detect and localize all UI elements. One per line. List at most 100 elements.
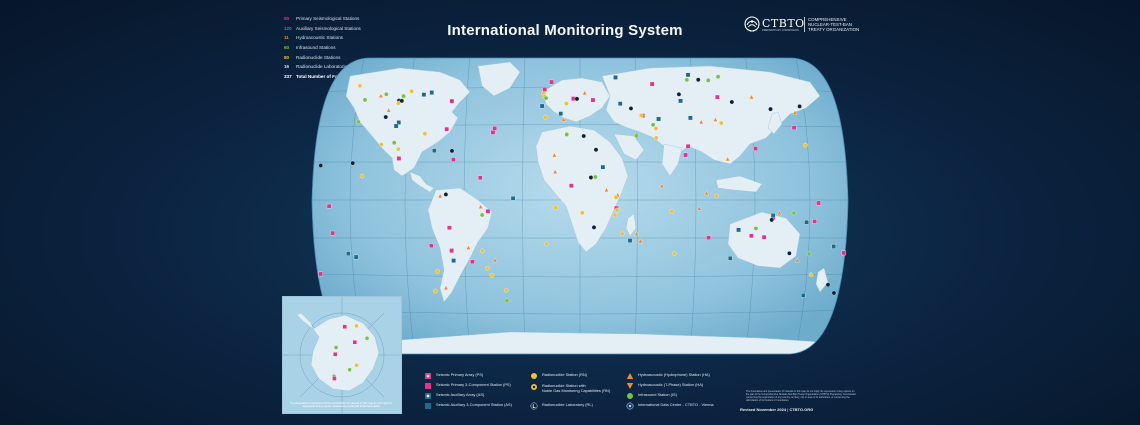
rl-lab-marker	[787, 251, 792, 256]
rl-lab-marker	[768, 106, 773, 112]
logo-divider	[804, 17, 805, 32]
count-row: 60 Infrasound Stations	[284, 43, 434, 53]
ps-station-marker	[490, 130, 496, 135]
legend-item: Infrasound Station (IS)	[626, 392, 677, 401]
rn-station-marker	[354, 323, 359, 328]
ps-station-marker	[715, 94, 720, 100]
logo-organization: COMPREHENSIVE NUCLEAR-TEST-BAN TREATY OR…	[808, 17, 859, 33]
rn-station-marker	[672, 251, 677, 256]
rn-station-marker	[553, 205, 558, 210]
as-station-marker	[736, 227, 741, 233]
rl-lab-marker	[797, 104, 802, 109]
ps-station-marker	[485, 209, 491, 214]
as-station-marker	[421, 92, 427, 97]
ps-station-marker	[492, 126, 497, 131]
rn-station-marker	[669, 208, 675, 214]
ps-station-marker	[318, 271, 323, 277]
antarctica-inset	[282, 296, 402, 414]
website-link[interactable]: CTBTO.ORG	[789, 407, 813, 412]
teal-square-icon	[425, 402, 431, 409]
ps-station-marker	[685, 144, 691, 149]
rn-station-marker	[480, 248, 485, 253]
idc-icon	[626, 402, 634, 409]
is-station-marker	[715, 74, 721, 79]
ps-station-marker	[429, 243, 434, 248]
ps-station-marker	[330, 230, 335, 236]
is-station-marker	[479, 212, 485, 218]
rn-station-marker	[580, 210, 585, 216]
ps-station-marker	[396, 156, 402, 161]
rl-lab-marker	[769, 217, 774, 223]
revision-line: Revised November 2024 | CTBTO.ORG	[740, 407, 813, 412]
ps-station-marker	[352, 340, 357, 345]
rl-lab-marker	[383, 114, 388, 120]
antarctic-peninsula	[296, 312, 314, 330]
is-station-marker	[504, 298, 510, 303]
ps-station-marker	[342, 324, 347, 329]
is-station-marker	[650, 122, 656, 128]
rn-station-marker	[719, 120, 724, 126]
as-station-marker	[688, 115, 693, 121]
org-line: TREATY ORGANIZATION	[808, 27, 860, 33]
is-station-marker	[364, 336, 370, 341]
ps-station-marker	[816, 200, 821, 206]
is-station-marker	[564, 132, 570, 137]
as-station-marker	[558, 111, 563, 116]
rn-station-marker	[613, 195, 619, 200]
count-number: 16	[284, 64, 290, 70]
yellow-ring-icon	[531, 383, 537, 390]
legend-label-line: Noble Gas Monitoring Capabilities (RN)	[542, 387, 611, 393]
rl-lab-marker	[695, 77, 701, 83]
lab-icon	[530, 402, 538, 409]
legend-item: Seismic Primary 3-Component Station (PS)	[424, 382, 511, 391]
ps-station-marker	[333, 352, 338, 357]
is-station-marker	[634, 133, 639, 139]
rl-lab-marker	[628, 106, 634, 111]
ps-station-marker	[332, 376, 337, 381]
is-station-marker	[706, 78, 711, 83]
legend-item: Seismic Auxiliary 3-Component Station (A…	[424, 402, 512, 411]
as-station-marker	[346, 251, 351, 256]
rn-station-marker	[803, 143, 808, 148]
ps-station-marker	[812, 219, 817, 224]
is-station-marker	[753, 226, 759, 231]
rl-lab-marker	[318, 163, 323, 168]
rl-lab-marker	[729, 99, 735, 105]
legend-item: Radionuclide Laboratory (RL)	[530, 402, 593, 411]
is-station-marker	[347, 367, 352, 372]
ps-station-marker	[451, 157, 456, 162]
legend-label: Seismic Primary 3-Component Station (PS)	[436, 382, 511, 387]
rn-station-marker	[396, 146, 401, 152]
rn-station-marker	[396, 100, 401, 106]
rl-lab-marker	[574, 96, 580, 102]
is-station-marker	[391, 140, 397, 145]
rn-station-marker	[409, 88, 414, 94]
as-station-marker	[685, 72, 691, 78]
ps-station-marker	[449, 98, 455, 104]
as-station-marker	[613, 75, 618, 80]
ctbto-emblem-icon	[744, 16, 760, 32]
rl-lab-marker	[593, 147, 599, 152]
legend-label: Seismic Auxiliary Array (AS)	[436, 392, 485, 397]
as-station-marker	[393, 123, 399, 129]
rn-station-marker	[653, 126, 659, 131]
map-title: International Monitoring System	[447, 22, 683, 39]
as-station-marker	[627, 238, 633, 243]
legend-label: Radionuclide Station with Noble Gas Monit…	[542, 383, 611, 393]
rl-lab-marker	[443, 192, 449, 197]
is-station-marker	[356, 119, 361, 125]
count-label: Infrasound Stations	[296, 45, 336, 51]
ps-station-marker	[447, 225, 452, 230]
ps-station-marker	[841, 250, 847, 256]
as-station-marker	[617, 101, 623, 106]
logo-brand-sub: PREPARATORY COMMISSION	[762, 29, 799, 32]
is-station-marker	[384, 92, 389, 97]
rn-station-marker	[489, 273, 495, 278]
legend-item: International Data Centre - CTBTO - Vien…	[626, 402, 714, 411]
rn-station-marker	[619, 231, 625, 237]
rl-lab-marker	[449, 148, 455, 154]
count-number: 120	[284, 25, 292, 31]
count-number: 337	[284, 73, 292, 79]
count-label: Hydroacoustic Stations	[296, 35, 343, 41]
as-station-marker	[800, 293, 806, 298]
